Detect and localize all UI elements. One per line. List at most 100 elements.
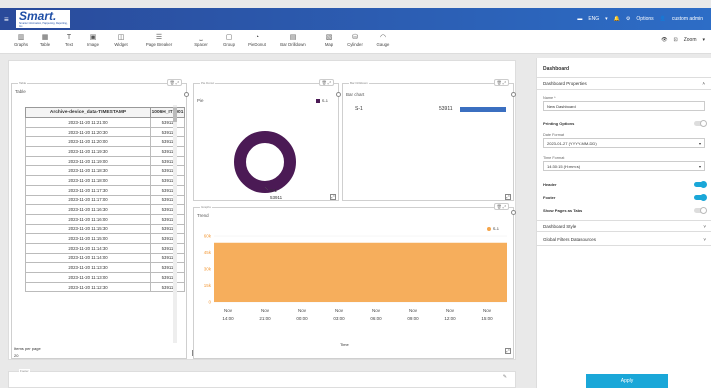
options-link[interactable]: Options: [636, 16, 653, 22]
table-cell: 2023-11-20 11:17:30: [25, 184, 151, 196]
chevron-down-icon[interactable]: ▾: [702, 37, 705, 43]
tool-cylinder[interactable]: ⛁ Cylinder: [344, 33, 366, 47]
x-tick-label: 09:00: [407, 316, 419, 321]
tool-table[interactable]: ▦ Table: [34, 33, 56, 47]
show-pages-toggle[interactable]: [694, 207, 707, 214]
table-row: 2023-11-20 11:14:30 53911: [25, 242, 185, 254]
edit-icon[interactable]: ✎: [503, 374, 507, 380]
date-format-select[interactable]: 2023-01-27 (YYYY-MM-DD) ▾: [543, 138, 705, 148]
footer-panel[interactable]: Footer ✎: [8, 369, 516, 388]
bell-icon[interactable]: 🔔: [614, 16, 620, 22]
map-icon: ▧: [325, 34, 333, 41]
table-row: 2023-11-20 11:17:30 53911: [25, 184, 185, 196]
gear-icon[interactable]: [511, 92, 516, 97]
flag-icon: ▬: [577, 16, 583, 22]
bar-panel[interactable]: Bar Drilldown Bar chart 🗑 ⤢ S-1 53911 ⤢: [342, 79, 516, 201]
tool-bar-drilldown[interactable]: ▤ Bar Drilldown: [280, 33, 306, 47]
table-cell: 53911: [150, 252, 185, 264]
global-filters-section[interactable]: Global Filters Datasources ˅: [537, 234, 711, 246]
preview-eye-icon[interactable]: 👁: [661, 37, 667, 43]
bar-value-label: 53911: [439, 106, 453, 112]
table-cell: 2023-11-20 11:13:00: [25, 272, 151, 283]
y-tick-label: 45k: [204, 250, 212, 255]
table-row: 2023-11-20 11:18:00 53911: [25, 175, 185, 186]
pie-slice-s1[interactable]: [234, 131, 296, 193]
hamburger-menu-icon[interactable]: ≡: [4, 15, 14, 24]
tool-piedonut[interactable]: ◔ PieDonut: [246, 33, 268, 47]
table-row: 2023-11-20 11:20:00 53911: [25, 136, 185, 148]
column-header[interactable]: Archive-device_data-TIMESTAMP: [25, 107, 151, 118]
tool-gauge[interactable]: ◠ Gauge: [372, 33, 394, 47]
tool-group[interactable]: ▢ Group: [218, 33, 240, 47]
bar-chart-icon: ▥: [17, 34, 25, 41]
zoom-dropdown[interactable]: Zoom: [684, 37, 697, 43]
table-cell: 2023-11-20 11:19:00: [25, 155, 151, 167]
bar-category-label: S-1: [355, 106, 363, 112]
table-row: 2023-11-20 11:12:30 53911: [25, 281, 185, 293]
table-cell: 53911: [150, 126, 185, 138]
footer-toggle[interactable]: [694, 194, 707, 201]
x-tick-label: 15:00: [481, 316, 493, 321]
table-row: 2023-11-20 11:19:30 53911: [25, 146, 185, 157]
time-format-select[interactable]: 14:30:15 (H:mm:s) ▾: [543, 161, 705, 171]
gear-icon[interactable]: [184, 92, 189, 97]
text-icon: T: [66, 34, 72, 41]
footer-row: Footer: [543, 194, 707, 201]
sidebar-title: Dashboard: [537, 58, 711, 78]
table-row: 2023-11-20 11:13:30 53911: [25, 262, 185, 273]
table-cell: 53911: [150, 213, 185, 225]
expand-icon[interactable]: ⤢: [505, 348, 511, 354]
date-format-field: Date Format 2023-01-27 (YYYY-MM-DD) ▾: [543, 133, 705, 148]
column-header[interactable]: 1006H_IT_001: [150, 107, 185, 118]
dropdown-arrow-icon: ▾: [698, 164, 701, 169]
chevron-down-icon[interactable]: ▾: [605, 16, 608, 22]
group-icon: ▢: [225, 34, 233, 41]
language-selector[interactable]: ENG: [588, 16, 599, 22]
table-row: 2023-11-20 11:17:00 53911: [25, 194, 185, 206]
table-cell: 53911: [150, 242, 185, 254]
widget-icon: ◫: [117, 34, 125, 41]
expand-icon[interactable]: ⤢: [330, 194, 336, 200]
table-row: 2023-11-20 11:18:30 53911: [25, 165, 185, 177]
table-cell: 53911: [150, 223, 185, 235]
chevron-down-icon[interactable]: ˅: [703, 224, 706, 229]
bar-drilldown-icon: ▤: [289, 34, 297, 41]
panel-controls[interactable]: 🗑 ⤢: [493, 79, 509, 86]
logo[interactable]: Smart. Smarter Information, Happening, R…: [16, 10, 70, 28]
options-icon[interactable]: ⚙: [626, 16, 630, 22]
tool-text[interactable]: T Text: [58, 33, 80, 47]
pie-panel[interactable]: Pie Donut Pie 🗑 ⤢ S-1 S-1 53911 ⤢: [193, 79, 341, 201]
chevron-down-icon[interactable]: ˅: [703, 237, 706, 242]
tool-page-breaker[interactable]: ☰ Page Breaker: [146, 33, 172, 47]
table-cell: 2023-11-20 11:14:00: [25, 252, 151, 264]
items-per-page-select[interactable]: 20: [14, 353, 18, 358]
area-series-s1[interactable]: [214, 242, 507, 302]
tool-map[interactable]: ▧ Map: [318, 33, 340, 47]
dashboard-properties-section[interactable]: Dashboard Properties ˄: [537, 78, 711, 90]
table-row: 2023-11-20 11:14:00 53911: [25, 252, 185, 264]
chevron-up-icon[interactable]: ˄: [702, 81, 705, 86]
tool-spacer[interactable]: ⎵ Spacer: [190, 33, 212, 47]
x-tick-label: Nov: [335, 308, 344, 313]
header-toggle[interactable]: [694, 181, 707, 188]
table-scrollbar[interactable]: [173, 105, 177, 343]
table-cell: 2023-11-20 11:16:00: [25, 213, 151, 225]
name-input[interactable]: New Dashboard: [543, 101, 705, 111]
tool-graphs[interactable]: ▥ Graphs: [10, 33, 32, 47]
user-name[interactable]: custom admin: [672, 16, 703, 22]
x-tick-label: Nov: [224, 308, 233, 313]
user-icon[interactable]: 👤: [660, 16, 666, 22]
dashboard-style-section[interactable]: Dashboard Style ˅: [537, 220, 711, 232]
zoom-icon[interactable]: ⊡: [674, 37, 678, 43]
x-tick-label: 12:00: [444, 316, 456, 321]
apply-button[interactable]: Apply: [586, 374, 668, 388]
bar-s1[interactable]: [460, 107, 506, 112]
expand-icon[interactable]: ⤢: [505, 194, 511, 200]
tool-widget[interactable]: ◫ Widget: [110, 33, 132, 47]
table-cell: 2023-11-20 11:13:30: [25, 262, 151, 273]
panel-controls[interactable]: 🗑 ⤢: [166, 79, 182, 86]
trend-panel[interactable]: Graphs Trend 🗑 ⤢ S-1 60k 45k 30k 15k 0 Nov 14:…: [193, 203, 516, 359]
tool-image[interactable]: ▣ Image: [82, 33, 104, 47]
table-row: 2023-11-20 11:16:30 53911: [25, 204, 185, 215]
printing-toggle[interactable]: [694, 120, 707, 127]
